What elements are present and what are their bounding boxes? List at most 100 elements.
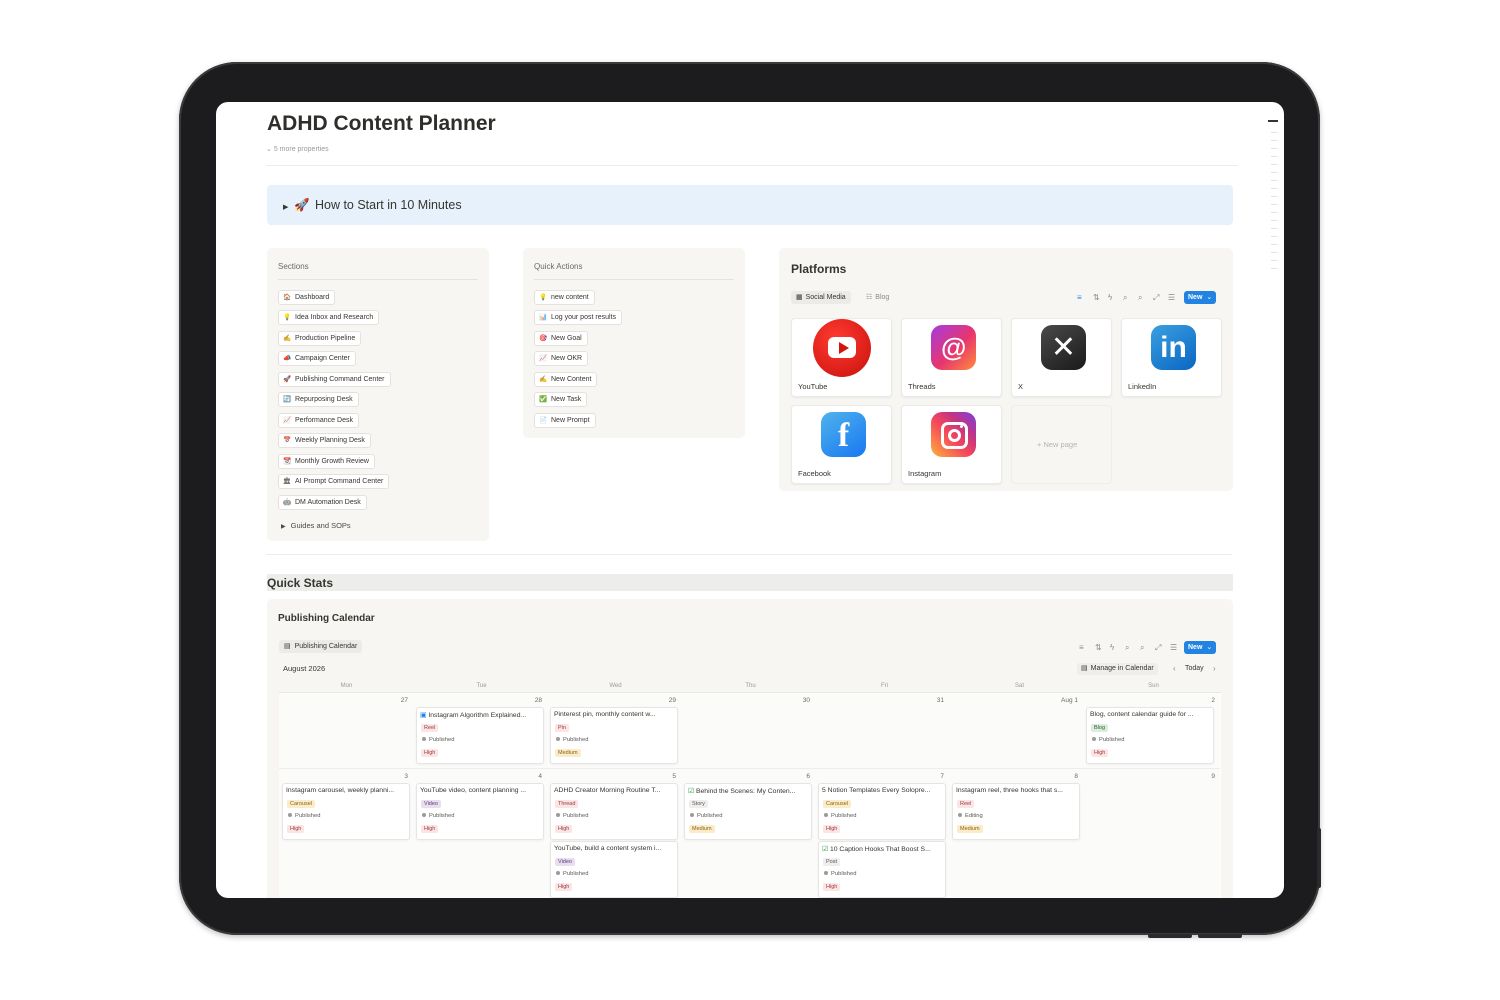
search-alt-icon[interactable]: ⌕ [1123,293,1127,303]
platform-card-instagram[interactable]: Instagram [901,405,1002,484]
calendar-event[interactable]: ☑ Behind the Scenes: My Conten... Story … [684,783,812,840]
calendar-day[interactable]: 28 ▣ Instagram Algorithm Explained... Re… [413,693,548,769]
filter-icon[interactable]: ≡ [1079,643,1084,652]
platform-label: X [1018,382,1024,391]
status-label: Published [563,737,589,743]
automation-icon[interactable]: ϟ [1108,293,1112,302]
day-number: 30 [802,697,810,704]
more-properties-toggle[interactable]: ⌄ 5 more properties [266,145,329,153]
platform-card-linkedin[interactable]: in LinkedIn [1121,318,1222,397]
facebook-icon: f [821,412,866,457]
platform-card-x[interactable]: ✕ X [1011,318,1112,397]
quick-action-new-task[interactable]: ✅ New Task [534,392,588,407]
quick-action-new-content[interactable]: ✍ New Content [534,372,598,387]
calendar-event[interactable]: ☑ 10 Caption Hooks That Boost S... Post … [818,841,946,898]
calendar-day[interactable]: 31 [815,693,950,769]
section-label: DM Automation Desk [295,499,361,506]
tab-blog[interactable]: ☷ Blog [861,291,894,304]
day-number: 9 [1211,773,1215,780]
calendar-day[interactable]: 29 Pinterest pin, monthly content w... P… [547,693,682,769]
manage-in-calendar-button[interactable]: ▤ Manage in Calendar [1077,663,1158,675]
outline-markers[interactable] [1268,118,1280,278]
target-icon: 🎯 [538,335,548,342]
section-link-campaign-center[interactable]: 📣 Campaign Center [278,351,356,366]
tab-social-media[interactable]: ▦ Social Media [791,291,851,304]
sort-icon[interactable]: ⇅ [1093,293,1100,302]
expand-icon[interactable]: ⤢ [1155,643,1161,653]
calendar-day[interactable]: 3 Instagram carousel, weekly planni... C… [279,769,414,898]
sort-icon[interactable]: ⇅ [1095,643,1102,652]
calendar-day[interactable]: 2 Blog, content calendar guide for ... B… [1083,693,1220,769]
calendar-event[interactable]: YouTube video, content planning ... Vide… [416,783,544,840]
tab-publishing-calendar[interactable]: ▤ Publishing Calendar [279,640,363,653]
calendar-title: Publishing Calendar [278,613,375,624]
platform-card-youtube[interactable]: YouTube [791,318,892,397]
action-label: New Goal [551,335,582,342]
platform-label: Instagram [908,469,942,478]
section-link-ai-prompt[interactable]: 🏛 AI Prompt Command Center [278,474,390,489]
calendar-day[interactable]: 8 Instagram reel, three hooks that s... … [949,769,1084,898]
section-link-production-pipeline[interactable]: ✍ Production Pipeline [278,331,362,346]
calendar-day[interactable]: 5 ADHD Creator Morning Routine T... Thre… [547,769,682,898]
section-link-dashboard[interactable]: 🏠 Dashboard [278,290,336,305]
calendar-event[interactable]: Pinterest pin, monthly content w... Pin … [550,707,678,764]
expand-icon[interactable]: ⤢ [1153,293,1159,303]
calendar-day[interactable]: 7 5 Notion Templates Every Solopre... Ca… [815,769,950,898]
calendar-day[interactable]: 9 [1083,769,1220,898]
quick-action-new-prompt[interactable]: 📄 New Prompt [534,413,596,428]
search-icon[interactable]: ⌕ [1138,293,1142,303]
guides-toggle[interactable]: ▶ Guides and SOPs [281,521,351,530]
settings-icon[interactable]: ☰ [1168,293,1175,302]
today-button[interactable]: Today [1185,665,1204,672]
chart-icon: 📈 [282,417,292,424]
action-label: New OKR [551,355,583,362]
calendar-day[interactable]: 4 YouTube video, content planning ... Vi… [413,769,548,898]
status-badge: Published [824,813,856,819]
calendar-day[interactable]: 6 ☑ Behind the Scenes: My Conten... Stor… [681,769,816,898]
quick-action-log-results[interactable]: 📊 Log your post results [534,310,622,325]
search-icon[interactable]: ⌕ [1140,643,1144,653]
platforms-new-button[interactable]: New ⌄ [1184,291,1217,304]
platform-card-facebook[interactable]: f Facebook [791,405,892,484]
status-badge: Published [422,737,454,743]
platform-card-threads[interactable]: @ Threads [901,318,1002,397]
calendar-event[interactable]: YouTube, build a content system i... Vid… [550,841,678,898]
calendar-event[interactable]: Instagram reel, three hooks that s... Re… [952,783,1080,840]
chevron-left-icon[interactable]: ‹ [1173,664,1176,673]
status-label: Published [697,813,723,819]
calendar-event[interactable]: ▣ Instagram Algorithm Explained... Reel … [416,707,544,764]
chevron-down-icon: ⌄ [1206,644,1213,651]
calendar-event[interactable]: Instagram carousel, weekly planni... Car… [282,783,410,840]
calendar-day[interactable]: 30 [681,693,816,769]
section-link-monthly-growth[interactable]: 📆 Monthly Growth Review [278,454,375,469]
calendar-event[interactable]: 5 Notion Templates Every Solopre... Caro… [818,783,946,840]
automation-icon[interactable]: ϟ [1110,643,1114,652]
section-link-publishing-command[interactable]: 🚀 Publishing Command Center [278,372,391,387]
event-title: Instagram Algorithm Explained... [428,712,527,719]
calendar-event[interactable]: ADHD Creator Morning Routine T... Thread… [550,783,678,840]
quick-action-new-okr[interactable]: 📈 New OKR [534,351,589,366]
section-link-performance-desk[interactable]: 📈 Performance Desk [278,413,359,428]
section-link-idea-inbox[interactable]: 💡 Idea Inbox and Research [278,310,380,325]
new-page-card[interactable]: + New page [1011,405,1112,484]
status-label: Published [831,871,857,877]
how-to-start-callout[interactable]: ▶ 🚀 How to Start in 10 Minutes [267,185,1233,225]
search-alt-icon[interactable]: ⌕ [1125,643,1129,653]
calendar-day[interactable]: 27 [279,693,414,769]
quick-action-new-content-idea[interactable]: 💡 new content [534,290,595,305]
section-link-repurposing-desk[interactable]: 🔄 Repurposing Desk [278,392,359,407]
building-icon: 🏛 [282,478,292,485]
chevron-right-icon[interactable]: › [1213,664,1216,673]
calendar-day[interactable]: Aug 1 [949,693,1084,769]
priority-tag: High [823,883,841,891]
calendar-new-button[interactable]: New ⌄ [1184,641,1217,654]
section-link-weekly-planning[interactable]: 📅 Weekly Planning Desk [278,433,371,448]
rocket-icon: 🚀 [282,376,292,383]
calendar-event[interactable]: Blog, content calendar guide for ... Blo… [1086,707,1214,764]
event-title: Instagram reel, three hooks that s... [956,787,1063,794]
section-link-dm-automation[interactable]: 🤖 DM Automation Desk [278,495,367,510]
quick-action-new-goal[interactable]: 🎯 New Goal [534,331,588,346]
settings-icon[interactable]: ☰ [1170,643,1177,652]
filter-icon[interactable]: ≡ [1077,293,1082,302]
platforms-panel: Platforms ▦ Social Media ☷ Blog ≡ ⇅ ϟ ⌕ ⌕ … [779,248,1233,491]
